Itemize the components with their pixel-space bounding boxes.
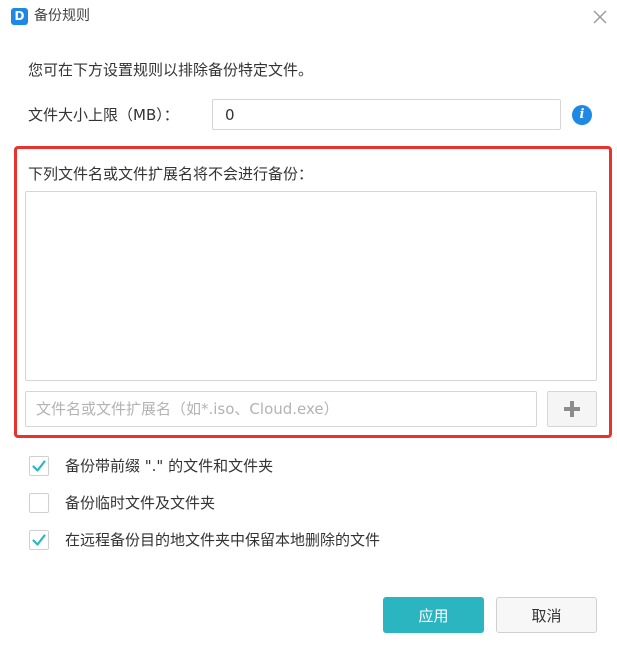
hidden-files-checkbox[interactable] <box>29 456 49 476</box>
close-button[interactable] <box>590 7 610 27</box>
apply-button[interactable]: 应用 <box>383 597 484 633</box>
hidden-files-label: 备份带前缀 "." 的文件和文件夹 <box>65 457 274 475</box>
size-limit-label: 文件大小上限（MB）： <box>28 106 179 124</box>
keep-deleted-label: 在远程备份目的地文件夹中保留本地删除的文件 <box>65 531 381 549</box>
app-logo-icon: D <box>11 8 28 25</box>
exclude-pattern-input[interactable] <box>25 391 537 427</box>
plus-icon <box>564 401 580 417</box>
checkmark-icon <box>32 460 46 472</box>
temp-files-checkbox[interactable] <box>29 493 49 513</box>
close-icon <box>593 10 607 24</box>
cancel-button[interactable]: 取消 <box>496 597 597 633</box>
info-icon[interactable]: i <box>572 105 592 125</box>
exclude-list-label: 下列文件名或文件扩展名将不会进行备份： <box>28 165 314 183</box>
intro-text: 您可在下方设置规则以排除备份特定文件。 <box>28 61 314 79</box>
dialog-title: 备份规则 <box>34 8 90 24</box>
temp-files-label: 备份临时文件及文件夹 <box>65 494 216 512</box>
exclude-list[interactable] <box>25 191 597 381</box>
title-bar: D 备份规则 <box>0 0 617 34</box>
size-limit-input[interactable] <box>212 99 561 130</box>
add-pattern-button[interactable] <box>547 391 597 427</box>
keep-deleted-checkbox[interactable] <box>29 530 49 550</box>
checkmark-icon <box>32 534 46 546</box>
